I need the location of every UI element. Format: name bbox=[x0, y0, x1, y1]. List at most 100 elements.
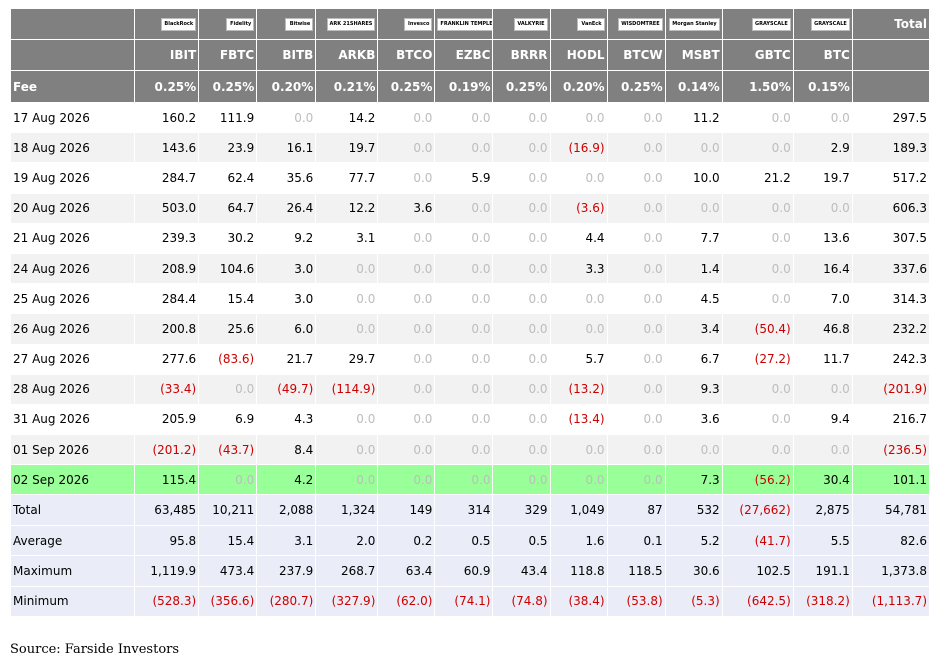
row-total: 216.7 bbox=[892, 412, 927, 427]
flow-cell: 19.7 bbox=[823, 170, 850, 185]
flow-cell: 0.0 bbox=[356, 412, 376, 427]
row-date: 18 Aug 2026 bbox=[10, 132, 135, 163]
summary-cell: (53.8) bbox=[607, 586, 666, 617]
issuer-logo: GRAYSCALE bbox=[811, 18, 850, 31]
summary-label: Total bbox=[10, 494, 135, 526]
flow-cell: 0.0 bbox=[377, 434, 435, 465]
flow-cell: 4.3 bbox=[294, 412, 314, 427]
flow-cell: (56.2) bbox=[722, 464, 794, 495]
flow-cell: (13.2) bbox=[550, 374, 608, 405]
fee-value: 0.25% bbox=[607, 70, 666, 103]
summary-cell: 1,049 bbox=[550, 494, 608, 526]
row-date: 21 Aug 2026 bbox=[13, 231, 90, 246]
flow-cell: (13.4) bbox=[568, 412, 605, 427]
summary-row: Maximum 1,119.9 473.4 237.9 268.7 63.4 60.9 43.… bbox=[10, 555, 930, 587]
issuer-logo: BlackRock bbox=[161, 18, 197, 31]
fee-value: 1.50% bbox=[722, 70, 794, 103]
flow-cell: 160.2 bbox=[161, 110, 197, 125]
flow-cell: 0.0 bbox=[793, 434, 853, 465]
flow-cell: 0.0 bbox=[434, 313, 493, 344]
summary-cell: (642.5) bbox=[722, 586, 794, 617]
flow-cell: 0.0 bbox=[413, 412, 433, 427]
flow-cell: 0.0 bbox=[377, 253, 435, 284]
fund-logo-cell: FRANKLIN TEMPLETON bbox=[434, 8, 493, 40]
flow-cell: 8.4 bbox=[256, 434, 316, 465]
flow-cell: 0.0 bbox=[471, 291, 491, 306]
summary-cell: (74.8) bbox=[492, 586, 551, 617]
flow-cell: 0.0 bbox=[830, 110, 850, 125]
flow-cell: 0.0 bbox=[722, 193, 794, 224]
flow-cell: 0.0 bbox=[377, 464, 435, 495]
ticker-header: FBTC bbox=[198, 39, 257, 71]
ticker-header: GBTC bbox=[722, 39, 794, 71]
row-date: 25 Aug 2026 bbox=[13, 291, 90, 306]
table-row: 27 Aug 2026 277.6 (83.6) 21.7 29.7 0.0 0.0 0.0 5… bbox=[11, 344, 930, 374]
flow-cell: 9.2 bbox=[294, 231, 314, 246]
summary-cell: 191.1 bbox=[793, 555, 853, 587]
flow-cell: 0.0 bbox=[492, 374, 551, 405]
flow-cell: 0.0 bbox=[550, 313, 608, 344]
flow-cell: 0.0 bbox=[722, 253, 794, 284]
table-row: 31 Aug 2026 205.9 6.9 4.3 0.0 0.0 0.0 0.0 (13.4)… bbox=[11, 404, 930, 434]
summary-row: Average 95.8 15.4 3.1 2.0 0.2 0.5 0.5 1.6 0.1 5.2(… bbox=[10, 525, 930, 556]
flow-cell: 1.4 bbox=[665, 253, 723, 284]
summary-cell: 1.6 bbox=[550, 525, 608, 556]
row-total: (236.5) bbox=[852, 434, 930, 465]
summary-cell: 1,119.9 bbox=[134, 555, 199, 587]
flow-cell: 0.0 bbox=[722, 374, 794, 405]
flow-cell: 9.3 bbox=[665, 374, 723, 405]
fund-logo-cell: Invesco bbox=[377, 8, 435, 40]
flow-cell: 0.0 bbox=[585, 170, 605, 185]
flow-cell: 3.0 bbox=[256, 253, 316, 284]
summary-label: Minimum bbox=[10, 586, 135, 617]
table-row: 28 Aug 2026 (33.4) 0.0 (49.7) (114.9) 0.0 0.0 0… bbox=[10, 374, 930, 405]
summary-cell: 268.7 bbox=[315, 555, 378, 587]
issuer-logo: VALKYRIE bbox=[514, 18, 548, 31]
flow-cell: 62.4 bbox=[227, 170, 255, 185]
row-total: 242.3 bbox=[892, 352, 927, 367]
summary-cell: 118.8 bbox=[550, 555, 608, 587]
flow-cell: 35.6 bbox=[286, 170, 314, 185]
summary-cell: (327.9) bbox=[315, 586, 378, 617]
flow-cell: 0.0 bbox=[471, 231, 491, 246]
flow-cell: 104.6 bbox=[198, 253, 257, 284]
flow-cell: 0.0 bbox=[607, 374, 666, 405]
flow-cell: 0.0 bbox=[471, 412, 491, 427]
fee-value: 0.25% bbox=[134, 70, 199, 103]
summary-total: 82.6 bbox=[852, 525, 930, 556]
fund-logo-cell: VanEck bbox=[550, 8, 608, 40]
summary-cell: 0.2 bbox=[377, 525, 435, 556]
flow-cell: 0.0 bbox=[528, 231, 548, 246]
flow-cell: 200.8 bbox=[134, 313, 199, 344]
summary-cell: 329 bbox=[492, 494, 551, 526]
row-date: 26 Aug 2026 bbox=[10, 313, 135, 344]
fee-value: 0.14% bbox=[665, 70, 723, 103]
flow-cell: 0.0 bbox=[434, 253, 493, 284]
ticker-header: EZBC bbox=[434, 39, 493, 71]
flow-cell: 0.0 bbox=[771, 231, 791, 246]
fee-value: 0.20% bbox=[550, 70, 608, 103]
flow-cell: (201.2) bbox=[134, 434, 199, 465]
flow-cell: 3.4 bbox=[665, 313, 723, 344]
row-total: 517.2 bbox=[892, 170, 927, 185]
flow-cell: 0.0 bbox=[315, 464, 378, 495]
flow-cell: 277.6 bbox=[161, 352, 197, 367]
flow-cell: 0.0 bbox=[434, 374, 493, 405]
flow-cell: 4.2 bbox=[256, 464, 316, 495]
ticker-header: BTCO bbox=[377, 39, 435, 71]
issuer-logo: Bitwise bbox=[285, 18, 314, 31]
row-total: (201.9) bbox=[852, 374, 930, 405]
flow-cell: 0.0 bbox=[665, 434, 723, 465]
fee-value: 0.19% bbox=[434, 70, 493, 103]
flow-cell: 0.0 bbox=[198, 374, 257, 405]
issuer-logo: Morgan Stanley bbox=[669, 18, 720, 31]
flow-cell: 0.0 bbox=[643, 170, 663, 185]
summary-row: Minimum (528.3) (356.6) (280.7) (327.9) (62.0… bbox=[10, 586, 930, 617]
flow-cell: 7.7 bbox=[700, 231, 720, 246]
summary-cell: 30.6 bbox=[665, 555, 723, 587]
flow-cell: 26.4 bbox=[256, 193, 316, 224]
flow-cell: 205.9 bbox=[161, 412, 197, 427]
flow-cell: 0.0 bbox=[492, 193, 551, 224]
flow-cell: 0.0 bbox=[413, 352, 433, 367]
flow-cell: 143.6 bbox=[134, 132, 199, 163]
